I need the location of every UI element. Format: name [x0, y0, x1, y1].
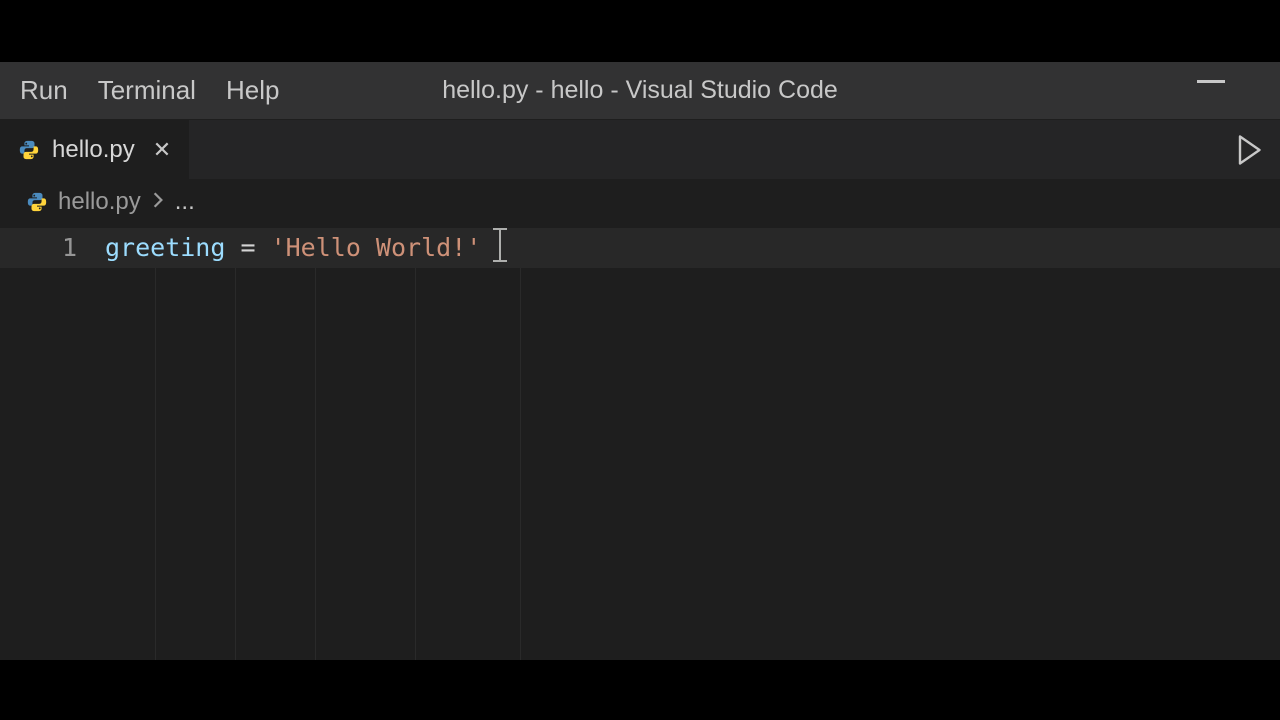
line-number-gutter: 1	[0, 224, 105, 660]
tab-bar: hello.py ✕	[0, 120, 1280, 180]
tab-hello-py[interactable]: hello.py ✕	[0, 120, 189, 179]
title-bar: Run Terminal Help hello.py - hello - Vis…	[0, 62, 1280, 120]
tab-label: hello.py	[52, 136, 135, 164]
breadcrumb[interactable]: hello.py ...	[0, 180, 1280, 224]
menu-bar: Run Terminal Help	[20, 75, 279, 106]
editor[interactable]: 1 greeting = 'Hello World!'	[0, 224, 1280, 660]
run-file-button[interactable]	[1236, 135, 1262, 165]
token-variable: greeting	[105, 233, 225, 262]
close-icon[interactable]: ✕	[147, 137, 171, 163]
vscode-window: Run Terminal Help hello.py - hello - Vis…	[0, 62, 1280, 660]
text-cursor	[499, 228, 501, 262]
menu-run[interactable]: Run	[20, 75, 68, 106]
token-string: 'Hello World!'	[271, 233, 482, 262]
token-operator: =	[225, 233, 270, 262]
minimize-button[interactable]	[1197, 80, 1225, 83]
code-line-1[interactable]: greeting = 'Hello World!'	[105, 228, 501, 268]
breadcrumb-ellipsis[interactable]: ...	[175, 188, 195, 216]
python-icon	[18, 139, 40, 161]
code-area[interactable]: greeting = 'Hello World!'	[105, 224, 501, 660]
menu-terminal[interactable]: Terminal	[98, 75, 196, 106]
python-icon	[26, 191, 48, 213]
breadcrumb-file: hello.py	[58, 188, 141, 216]
chevron-right-icon	[151, 188, 165, 216]
menu-help[interactable]: Help	[226, 75, 279, 106]
